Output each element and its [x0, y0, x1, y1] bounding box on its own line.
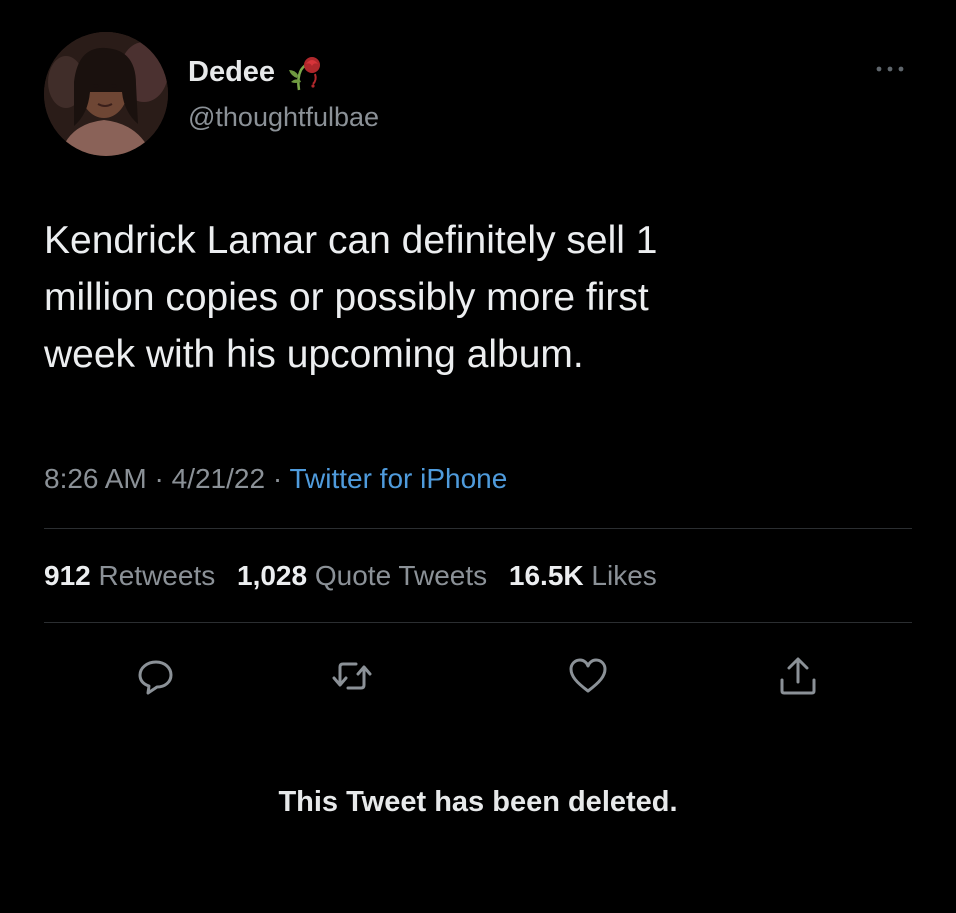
author-handle[interactable]: @thoughtfulbae: [188, 100, 379, 134]
share-icon: [780, 657, 816, 695]
deleted-notice: This Tweet has been deleted.: [278, 786, 678, 818]
retweets-stat[interactable]: 912 Retweets: [44, 560, 215, 591]
reply-icon: [138, 660, 173, 695]
tweet-card: Dedee @thoughtfulbae Kendrick Lamar can …: [0, 0, 956, 913]
meta-separator: ·: [154, 463, 164, 494]
likes-stat[interactable]: 16.5K Likes: [509, 560, 657, 591]
more-dots-icon[interactable]: [873, 60, 907, 78]
retweets-label: Retweets: [98, 560, 216, 591]
divider: [44, 528, 912, 529]
reply-button[interactable]: [134, 654, 178, 698]
tweet-stats: 912 Retweets 1,028 Quote Tweets 16.5K Li…: [44, 557, 657, 595]
tweet-meta: 8:26 AM · 4/21/22 · Twitter for iPhone: [44, 460, 507, 498]
retweet-button[interactable]: [330, 654, 374, 698]
share-button[interactable]: [776, 654, 820, 698]
retweet-icon: [332, 662, 372, 690]
avatar[interactable]: [44, 32, 168, 156]
author-name-row[interactable]: Dedee: [188, 52, 325, 92]
likes-count: 16.5K: [508, 560, 584, 591]
retweets-count: 912: [44, 560, 91, 591]
like-button[interactable]: [566, 654, 610, 698]
tweet-source-link[interactable]: Twitter for iPhone: [289, 463, 507, 494]
divider: [44, 622, 912, 623]
quote-tweets-count: 1,028: [237, 560, 308, 591]
quote-tweets-label: Quote Tweets: [314, 560, 488, 591]
tweet-text: Kendrick Lamar can definitely sell 1 mil…: [44, 219, 658, 376]
quote-tweets-stat[interactable]: 1,028 Quote Tweets: [237, 560, 487, 591]
avatar-photo: [44, 32, 168, 156]
meta-separator: ·: [272, 463, 283, 494]
likes-label: Likes: [591, 560, 657, 591]
tweet-time: 8:26 AM: [44, 463, 147, 494]
heart-icon: [569, 658, 607, 693]
tweet-date: 4/21/22: [171, 463, 266, 494]
wilted-rose-icon: [289, 57, 321, 91]
author-name[interactable]: Dedee: [188, 54, 275, 90]
